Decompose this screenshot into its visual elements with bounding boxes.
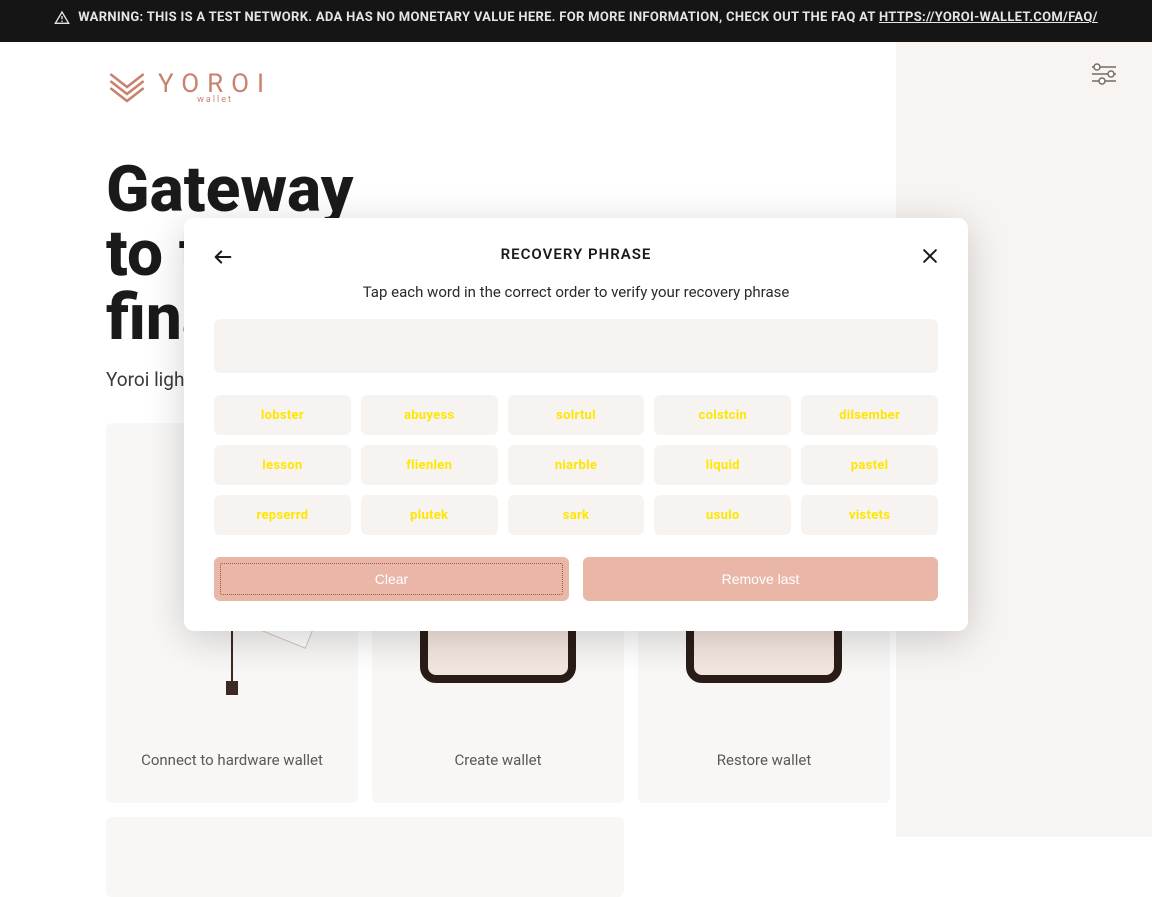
remove-last-button[interactable]: Remove last [583, 557, 938, 601]
recovery-phrase-modal: RECOVERY PHRASE Tap each word in the cor… [184, 218, 968, 631]
recovery-word-chip[interactable]: lobster [214, 395, 351, 435]
recovery-word-chip[interactable]: plutek [361, 495, 498, 535]
back-button[interactable] [208, 242, 238, 276]
modal-overlay: RECOVERY PHRASE Tap each word in the cor… [0, 0, 1152, 847]
recovery-word-chip[interactable]: niarble [508, 445, 645, 485]
recovery-word-chip[interactable]: liquid [654, 445, 791, 485]
recovery-word-chip[interactable]: repserrd [214, 495, 351, 535]
close-button[interactable] [916, 242, 944, 274]
recovery-word-chip[interactable]: vistets [801, 495, 938, 535]
recovery-word-chip[interactable]: pastel [801, 445, 938, 485]
recovery-word-chip[interactable]: sark [508, 495, 645, 535]
entered-phrase-display [214, 319, 938, 373]
modal-title: RECOVERY PHRASE [501, 245, 652, 263]
recovery-word-grid: lobster abuyess solrtul colstcin dilsemb… [214, 395, 938, 535]
recovery-word-chip[interactable]: abuyess [361, 395, 498, 435]
recovery-word-chip[interactable]: lesson [214, 445, 351, 485]
recovery-word-chip[interactable]: solrtul [508, 395, 645, 435]
modal-subtitle: Tap each word in the correct order to ve… [214, 283, 938, 301]
recovery-word-chip[interactable]: dilsember [801, 395, 938, 435]
recovery-word-chip[interactable]: flienlen [361, 445, 498, 485]
recovery-word-chip[interactable]: usulo [654, 495, 791, 535]
clear-button[interactable]: Clear [214, 557, 569, 601]
recovery-word-chip[interactable]: colstcin [654, 395, 791, 435]
